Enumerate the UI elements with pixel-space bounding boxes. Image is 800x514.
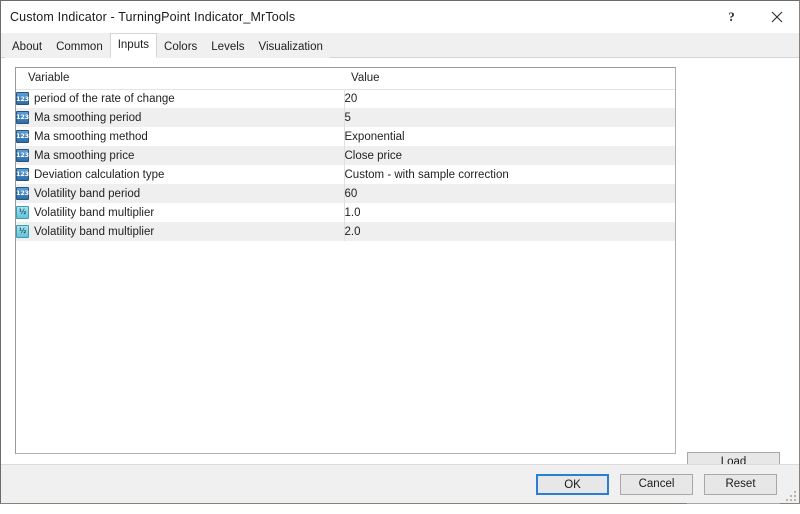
help-button[interactable]: ? xyxy=(709,1,754,32)
cancel-button[interactable]: Cancel xyxy=(620,474,693,495)
tab-inputs[interactable]: Inputs xyxy=(109,33,158,58)
inputs-table: Variable Value 123 period of the rate of … xyxy=(16,68,675,241)
ok-button[interactable]: OK xyxy=(536,474,609,495)
cell-value[interactable]: 1.0 xyxy=(344,203,675,222)
integer-type-icon: 123 xyxy=(16,168,29,181)
type-icon-glyph: 123 xyxy=(16,113,29,122)
cell-variable: 123 period of the rate of change xyxy=(16,89,345,108)
reset-button[interactable]: Reset xyxy=(704,474,777,495)
close-icon xyxy=(771,11,782,22)
table-row[interactable]: ½ Volatility band multiplier 2.0 xyxy=(16,222,675,241)
window-title: Custom Indicator - TurningPoint Indicato… xyxy=(10,9,296,24)
cell-variable: 123 Volatility band period xyxy=(16,184,345,203)
table-row[interactable]: 123 Ma smoothing period 5 xyxy=(16,108,675,127)
variable-label: Deviation calculation type xyxy=(34,168,165,181)
cell-value[interactable]: Close price xyxy=(344,146,675,165)
integer-type-icon: 123 xyxy=(16,187,29,200)
inputs-table-panel: Variable Value 123 period of the rate of … xyxy=(15,67,676,454)
table-row[interactable]: 123 Volatility band period 60 xyxy=(16,184,675,203)
table-row[interactable]: 123 Ma smoothing price Close price xyxy=(16,146,675,165)
table-row[interactable]: 123 period of the rate of change 20 xyxy=(16,89,675,108)
table-row[interactable]: 123 Deviation calculation type Custom - wi… xyxy=(16,165,675,184)
cell-variable: 123 Ma smoothing method xyxy=(16,127,345,146)
dialog-client-area: Variable Value 123 period of the rate of … xyxy=(1,58,799,504)
cell-variable: ½ Volatility band multiplier xyxy=(16,203,345,222)
integer-type-icon: 123 xyxy=(16,149,29,162)
table-row[interactable]: ½ Volatility band multiplier 1.0 xyxy=(16,203,675,222)
cell-variable: ½ Volatility band multiplier xyxy=(16,222,345,241)
cell-value[interactable]: Custom - with sample correction xyxy=(344,165,675,184)
variable-label: Volatility band multiplier xyxy=(34,225,155,238)
tab-visualization[interactable]: Visualization xyxy=(251,37,330,58)
variable-label: Volatility band multiplier xyxy=(34,206,155,219)
title-bar-buttons: ? xyxy=(709,1,799,32)
table-row[interactable]: 123 Ma smoothing method Exponential xyxy=(16,127,675,146)
cell-variable: 123 Ma smoothing period xyxy=(16,108,345,127)
cell-value[interactable]: 20 xyxy=(344,89,675,108)
cell-variable: 123 Ma smoothing price xyxy=(16,146,345,165)
fraction-type-icon: ½ xyxy=(16,225,29,238)
type-icon-glyph: 123 xyxy=(16,94,29,103)
variable-label: Ma smoothing method xyxy=(34,130,148,143)
type-icon-glyph: 123 xyxy=(16,151,29,160)
type-icon-glyph: 123 xyxy=(16,170,29,179)
type-icon-glyph: ½ xyxy=(18,227,27,235)
cell-variable: 123 Deviation calculation type xyxy=(16,165,345,184)
cell-value[interactable]: Exponential xyxy=(344,127,675,146)
close-button[interactable] xyxy=(754,1,799,32)
cell-value[interactable]: 60 xyxy=(344,184,675,203)
title-bar: Custom Indicator - TurningPoint Indicato… xyxy=(1,1,799,33)
footer-button-group: OK Cancel Reset xyxy=(536,474,777,495)
integer-type-icon: 123 xyxy=(16,130,29,143)
cell-value[interactable]: 2.0 xyxy=(344,222,675,241)
type-icon-glyph: ½ xyxy=(18,208,27,216)
tab-levels[interactable]: Levels xyxy=(204,37,252,58)
dialog-footer: OK Cancel Reset xyxy=(1,464,799,503)
question-mark-icon: ? xyxy=(728,8,735,24)
type-icon-glyph: 123 xyxy=(16,189,29,198)
column-header-variable[interactable]: Variable xyxy=(16,68,344,90)
type-icon-glyph: 123 xyxy=(16,132,29,141)
custom-indicator-dialog: Custom Indicator - TurningPoint Indicato… xyxy=(0,0,800,504)
tab-colors[interactable]: Colors xyxy=(157,37,205,58)
integer-type-icon: 123 xyxy=(16,92,29,106)
tab-common[interactable]: Common xyxy=(49,37,110,58)
integer-type-icon: 123 xyxy=(16,111,29,124)
resize-grip[interactable] xyxy=(785,490,796,501)
tab-about[interactable]: About xyxy=(5,37,50,58)
variable-label: period of the rate of change xyxy=(34,92,175,105)
variable-label: Volatility band period xyxy=(34,187,141,200)
tab-strip: About Common Inputs Colors Levels Visualizati… xyxy=(1,33,799,58)
variable-label: Ma smoothing period xyxy=(34,111,142,124)
fraction-type-icon: ½ xyxy=(16,206,29,219)
cell-value[interactable]: 5 xyxy=(344,108,675,127)
table-header-row: Variable Value xyxy=(16,68,675,90)
column-header-value[interactable]: Value xyxy=(344,68,675,90)
variable-label: Ma smoothing price xyxy=(34,149,135,162)
